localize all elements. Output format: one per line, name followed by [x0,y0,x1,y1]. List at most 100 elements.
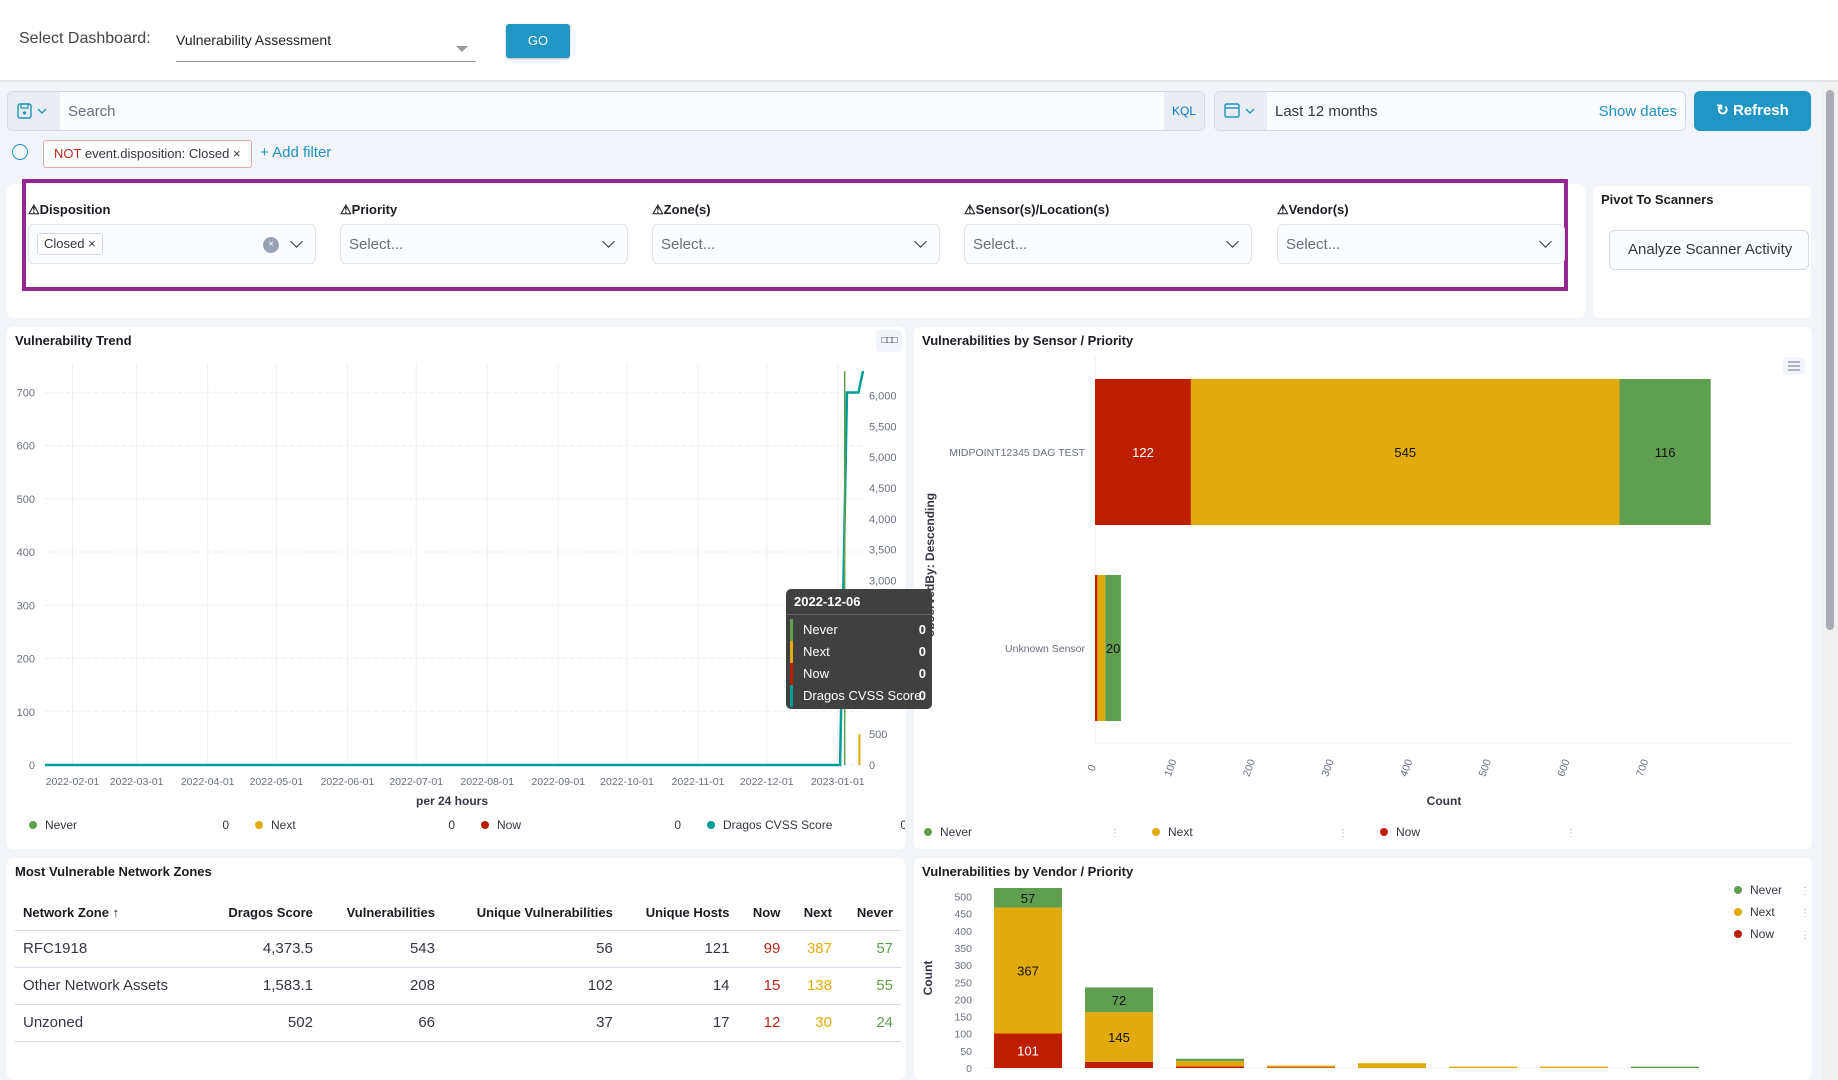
sensor-priority-panel: Vulnerabilities by Sensor / Priority MID… [914,327,1812,849]
legend-dot [924,828,932,836]
tooltip-date: 2022-12-06 [786,589,932,615]
zones-select[interactable]: Select... [652,224,940,264]
bar-value-label: 57 [1021,891,1035,906]
refresh-icon: ↻ [1716,102,1729,119]
table-row[interactable]: RFC1918 4,373.5 543 56 121 99 387 57 [15,930,901,968]
x-tick-label: 400 [1398,758,1415,779]
table-row[interactable]: Other Network Assets 1,583.1 208 102 14 15 138… [15,967,901,1005]
refresh-button[interactable]: ↻ Refresh [1694,91,1811,131]
table-cell: Other Network Assets [15,967,204,1005]
zones-table: Network Zone ↑ Dragos Score Vulnerabilitie… [15,896,901,1042]
y-tick-label: 100 [954,1029,972,1041]
sensor-chart[interactable]: MIDPOINT12345 DAG TEST 122 545 116 Unknown S… [914,327,1812,849]
quick-date-button[interactable] [1215,92,1267,130]
legend-value: 0 [222,818,229,832]
trend-chart[interactable]: 010020030040050060070005001,0001,5002,00… [7,327,905,849]
vendors-select[interactable]: Select... [1277,224,1565,264]
disposition-select[interactable]: Closed × × [28,224,316,264]
bar-value-label: 20 [1106,641,1120,656]
control-label: ⚠Zone(s) [652,202,711,217]
legend-dot [1734,908,1742,916]
show-dates-link[interactable]: Show dates [1599,103,1677,120]
x-tick-label: 300 [1319,758,1336,779]
save-icon [17,103,47,119]
x-tick-label: 700 [1634,758,1651,779]
column-header[interactable]: Never [839,896,901,931]
add-filter-link[interactable]: + Add filter [260,144,331,161]
x-tick-label: 2023-01-01 [811,776,865,788]
y-right-tick-label: 500 [869,729,887,741]
legend-value: 0 [900,818,905,832]
calendar-icon [1224,103,1255,118]
refresh-label: Refresh [1732,102,1789,119]
kql-toggle[interactable]: KQL [1164,92,1204,130]
x-tick-label: 100 [1162,758,1179,779]
warning-icon: ⚠ [964,202,976,217]
column-header[interactable]: Network Zone ↑ [15,896,204,931]
caret-down-icon [456,46,468,52]
legend-dot [481,821,489,829]
dashboard-dropdown-value: Vulnerability Assessment [176,32,332,48]
category-label: Unknown Sensor [1005,643,1085,655]
y-left-tick-label: 100 [17,707,35,719]
select-dashboard-label: Select Dashboard: [19,30,151,47]
legend-label: Dragos CVSS Score [723,818,833,832]
y-left-tick-label: 600 [17,441,35,453]
table-cell: 138 [788,967,840,1005]
saved-query-button[interactable] [8,92,60,130]
search-input[interactable]: Search [68,103,116,120]
warning-icon: ⚠ [652,202,664,217]
sensors-select[interactable]: Select... [964,224,1252,264]
scrollbar-thumb[interactable] [1826,90,1834,630]
legend-dot [707,821,715,829]
bar-value-label: 72 [1112,993,1126,1008]
control-priority: ⚠Priority Select... [340,202,628,264]
table-cell: 66 [320,1004,443,1042]
y-right-tick-label: 4,000 [869,514,897,526]
panel-title: Most Vulnerable Network Zones [15,864,212,879]
table-cell: 14 [620,967,738,1005]
table-cell: 55 [839,967,901,1005]
y-tick-label: 200 [954,994,972,1006]
chevron-down-icon [602,235,615,248]
column-header[interactable]: Now [737,896,789,931]
table-row[interactable]: Unzoned 502 66 37 17 12 30 24 [15,1004,901,1042]
y-tick-label: 350 [954,943,972,955]
column-header[interactable]: Dragos Score [203,896,321,931]
y-right-tick-label: 3,500 [869,545,897,557]
x-tick-label: 2022-11-01 [672,776,725,788]
page-scrollbar[interactable] [1822,84,1838,1080]
table-cell: 543 [320,930,443,968]
time-range-value[interactable]: Last 12 months [1275,103,1378,120]
cvss-series-line [45,370,865,767]
filter-pill[interactable]: NOT event.disposition: Closed × [43,140,252,168]
vendor-chart[interactable]: 0 50 100 150 200 250 300 350 400 450 500 Count 101 36… [914,858,1812,1080]
priority-select[interactable]: Select... [340,224,628,264]
column-header[interactable]: Unique Vulnerabilities [443,896,621,931]
bar-segment-next [1358,1063,1426,1068]
table-cell: RFC1918 [15,930,204,968]
legend-label: Now [1750,927,1774,941]
column-header[interactable]: Vulnerabilities [320,896,443,931]
go-button[interactable]: GO [506,24,570,58]
chevron-down-icon [1226,235,1239,248]
table-cell: 57 [839,930,901,968]
dashboard-dropdown[interactable]: Vulnerability Assessment [176,26,476,62]
tooltip-row: Dragos CVSS Score 0 [790,685,932,707]
x-tick-label: 2022-08-01 [460,776,514,788]
y-left-tick-label: 700 [17,387,35,399]
vendor-priority-panel: Vulnerabilities by Vendor / Priority 0 50… [914,858,1812,1080]
legend-label: Never [45,818,77,832]
clear-icon[interactable]: × [263,237,279,253]
filter-menu-icon[interactable] [12,144,28,160]
y-right-tick-label: 5,500 [869,421,897,433]
y-right-tick-label: 5,000 [869,452,897,464]
close-icon[interactable]: × [88,236,96,251]
column-header[interactable]: Next [788,896,840,931]
analyze-scanner-button[interactable]: Analyze Scanner Activity [1609,230,1809,270]
close-icon[interactable]: × [233,146,241,161]
x-tick-label: 2022-03-01 [110,776,164,788]
y-right-tick-label: 0 [869,760,875,772]
selected-tag: Closed × [37,233,103,255]
column-header[interactable]: Unique Hosts [620,896,738,931]
